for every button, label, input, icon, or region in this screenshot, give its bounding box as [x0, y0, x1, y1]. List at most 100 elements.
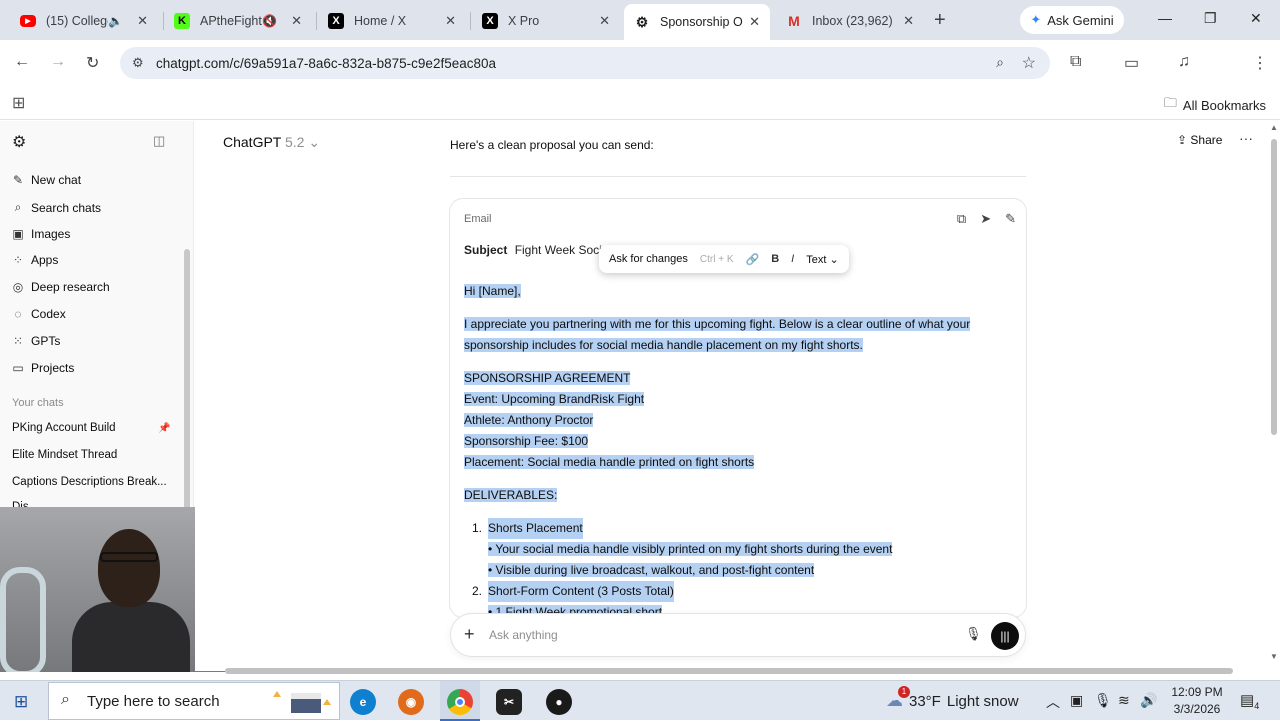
tab-sponsorship[interactable]: ⚙ Sponsorship Op ✕: [624, 4, 770, 40]
url-text: chatgpt.com/c/69a591a7-8a6c-832a-b875-c9…: [156, 55, 496, 71]
send-icon[interactable]: ➤: [980, 211, 991, 227]
sidebar-item-deep-research[interactable]: ◎ Deep research: [12, 280, 110, 294]
meet-now-icon[interactable]: ▣: [1070, 692, 1083, 709]
page-horizontal-scrollbar[interactable]: [225, 665, 1268, 677]
text-style-dropdown[interactable]: Text ⌄: [806, 253, 838, 266]
menu-dots-icon[interactable]: ⋮: [1252, 53, 1268, 73]
link-icon[interactable]: 🔗: [746, 253, 760, 266]
ask-gemini-label: Ask Gemini: [1047, 12, 1114, 28]
fl-studio-icon[interactable]: ◉: [398, 689, 424, 715]
more-options-icon[interactable]: ···: [1239, 130, 1253, 146]
voice-mode-button[interactable]: |||: [991, 622, 1019, 650]
show-hidden-icons-chevron-icon[interactable]: ︿: [1046, 692, 1060, 712]
sidebar-item-images[interactable]: ▣ Images: [12, 227, 70, 241]
chat-list-item[interactable]: Captions Descriptions Break...: [12, 476, 180, 488]
microphone-icon[interactable]: 🎙: [1094, 692, 1112, 709]
share-button[interactable]: ⇪ Share: [1177, 133, 1222, 147]
scroll-down-icon[interactable]: ▼: [1270, 652, 1278, 661]
ask-for-changes-button[interactable]: Ask for changes: [609, 253, 688, 265]
weather-alert-badge: 1: [898, 686, 910, 698]
sidebar-item-projects[interactable]: ▭ Projects: [12, 361, 74, 375]
extensions-icon[interactable]: ⧉: [1070, 53, 1081, 71]
chrome-icon[interactable]: [447, 689, 473, 715]
reload-icon[interactable]: ↻: [86, 53, 99, 73]
card-type-label: Email: [464, 213, 492, 225]
browser-tab-strip: ▶ (15) College 🔈 ✕ K APtheFighte 🔇 ✕ X H…: [0, 0, 1280, 40]
scrollbar-thumb[interactable]: [1271, 139, 1277, 435]
tab-x-pro[interactable]: X X Pro ✕: [472, 6, 620, 36]
tab-search-icon[interactable]: ▭: [1124, 53, 1139, 73]
ask-gemini-button[interactable]: ✦ Ask Gemini: [1020, 6, 1124, 34]
close-window-icon[interactable]: ✕: [1250, 10, 1262, 27]
add-attachment-icon[interactable]: +: [464, 624, 475, 645]
tab-kick[interactable]: K APtheFighte 🔇 ✕: [164, 6, 312, 36]
sidebar-item-search-chats[interactable]: ⌕ Search chats: [12, 200, 101, 215]
sidebar-item-new-chat[interactable]: ✎ New chat: [12, 173, 81, 187]
sidebar-toggle-icon[interactable]: ◫: [153, 133, 165, 149]
close-tab-icon[interactable]: ✕: [291, 13, 302, 29]
sidebar-scrollbar[interactable]: [184, 249, 190, 517]
speaker-icon[interactable]: 🔈: [108, 14, 123, 28]
close-tab-icon[interactable]: ✕: [445, 13, 456, 29]
system-clock[interactable]: 12:09 PM 3/3/2026: [1168, 684, 1226, 718]
edit-icon[interactable]: ✎: [1005, 211, 1016, 227]
close-tab-icon[interactable]: ✕: [749, 14, 760, 30]
obs-record-icon[interactable]: ●: [546, 689, 572, 715]
microphone-icon[interactable]: 🎙: [965, 626, 982, 642]
close-tab-icon[interactable]: ✕: [599, 13, 610, 29]
sidebar-item-gpts[interactable]: ⁙ GPTs: [12, 334, 60, 348]
tab-home-x[interactable]: X Home / X ✕: [318, 6, 466, 36]
new-tab-icon[interactable]: +: [934, 9, 946, 32]
bookmark-star-icon[interactable]: ☆: [1022, 53, 1036, 73]
weather-widget[interactable]: ☁ 1 33°F Light snow: [886, 686, 1019, 711]
windows-start-icon[interactable]: ⊞: [14, 692, 28, 712]
prompt-input[interactable]: [489, 625, 929, 645]
all-bookmarks-button[interactable]: 🗀 All Bookmarks: [1164, 94, 1266, 116]
close-tab-icon[interactable]: ✕: [137, 13, 148, 29]
volume-icon[interactable]: 🔊: [1140, 692, 1157, 709]
address-bar[interactable]: ⚙ chatgpt.com/c/69a591a7-8a6c-832a-b875-…: [120, 47, 1050, 79]
edge-icon[interactable]: e: [350, 689, 376, 715]
pin-icon[interactable]: 📌: [158, 423, 170, 434]
site-info-icon[interactable]: ⚙: [132, 55, 144, 71]
share-icon: ⇪: [1177, 133, 1188, 147]
model-name: ChatGPT: [223, 134, 282, 150]
weather-temp: 33°F: [909, 692, 941, 710]
notification-center-icon[interactable]: ▤4: [1240, 691, 1259, 711]
forward-icon[interactable]: →: [50, 53, 66, 71]
tab-gmail[interactable]: M Inbox (23,962) ✕: [776, 6, 924, 36]
wifi-icon[interactable]: ≋: [1118, 692, 1130, 709]
chevron-down-icon: ⌄: [308, 134, 321, 150]
page-vertical-scrollbar[interactable]: ▲ ▼: [1268, 121, 1280, 671]
tab-youtube[interactable]: ▶ (15) College 🔈 ✕: [10, 6, 158, 36]
scroll-up-icon[interactable]: ▲: [1270, 123, 1278, 132]
model-selector[interactable]: ChatGPT 5.2 ⌄: [223, 134, 320, 151]
minimize-icon[interactable]: —: [1158, 10, 1172, 26]
bold-icon[interactable]: B: [771, 253, 779, 265]
assistant-intro-text: Here's a clean proposal you can send:: [450, 138, 654, 152]
capcut-icon[interactable]: ✂: [496, 689, 522, 715]
tab-title: Sponsorship Op: [660, 15, 744, 29]
apps-grid-icon[interactable]: ⊞: [12, 93, 25, 113]
chat-list-item[interactable]: Elite Mindset Thread: [12, 449, 180, 461]
close-tab-icon[interactable]: ✕: [903, 13, 914, 29]
muted-speaker-icon[interactable]: 🔇: [262, 14, 277, 28]
message-composer: + 🎙 |||: [450, 613, 1026, 657]
sidebar-item-apps[interactable]: ⁘ Apps: [12, 253, 58, 267]
restore-icon[interactable]: ❐: [1204, 10, 1217, 27]
text-style-label: Text: [806, 253, 827, 266]
italic-icon[interactable]: I: [791, 253, 794, 265]
deliverables-heading: DELIVERABLES:: [464, 488, 558, 502]
chatgpt-logo-icon[interactable]: ⚙: [12, 132, 26, 152]
chat-list-item[interactable]: PKing Account Build: [12, 422, 180, 434]
media-control-icon[interactable]: ♫: [1178, 53, 1190, 71]
back-icon[interactable]: ←: [14, 53, 30, 71]
subject-label: Subject: [464, 243, 508, 257]
zoom-icon[interactable]: ⌕: [996, 54, 1004, 71]
gemini-icon: ✦: [1030, 12, 1042, 27]
taskbar-search-box[interactable]: ⌕ Type here to search: [48, 682, 340, 720]
email-body[interactable]: Hi [Name], I appreciate you partnering w…: [464, 281, 1004, 617]
sidebar-item-codex[interactable]: ◌ Codex: [12, 307, 65, 321]
scrollbar-thumb[interactable]: [225, 668, 1233, 674]
copy-icon[interactable]: ⧉: [957, 211, 966, 227]
